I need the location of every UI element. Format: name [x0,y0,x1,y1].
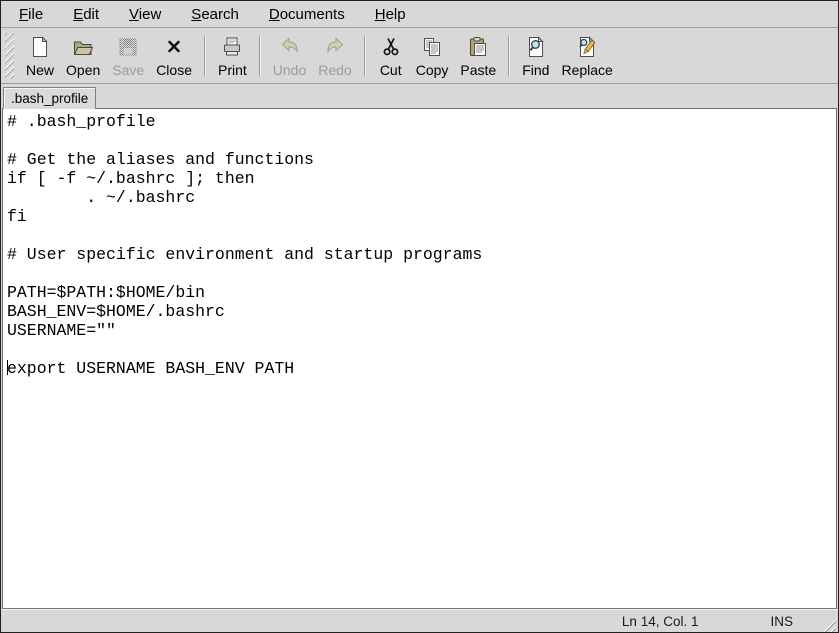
toolbar-drag-handle[interactable] [5,33,14,79]
clipboard-icon [466,35,490,59]
menu-documents[interactable]: Documents [259,1,355,27]
printer-icon [220,35,244,59]
toolbar-separator [508,36,510,76]
menubar: File Edit View Search Documents Help [1,1,838,28]
open-folder-icon [71,35,95,59]
tab-bar: .bash_profile [1,84,838,108]
close-button[interactable]: Close [150,32,198,80]
paste-button[interactable]: Paste [454,32,502,80]
toolbar-separator [204,36,206,76]
print-button[interactable]: Print [212,32,253,80]
statusbar: Ln 14, Col. 1 INS [1,609,838,632]
menu-help[interactable]: Help [365,1,416,27]
save-button: Save [106,32,150,80]
toolbar-separator [364,36,366,76]
find-magnifier-icon [524,35,548,59]
menu-file[interactable]: File [9,1,53,27]
document-text: # .bash_profile # Get the aliases and fu… [3,109,836,378]
menu-edit[interactable]: Edit [63,1,109,27]
menu-view[interactable]: View [119,1,171,27]
close-icon [162,35,186,59]
scissors-icon [379,35,403,59]
text-editor-window: File Edit View Search Documents Help New [0,0,839,633]
copy-pages-icon [420,35,444,59]
toolbar: New Open [1,28,838,84]
new-button[interactable]: New [20,32,60,80]
replace-pencil-icon [575,35,599,59]
replace-button[interactable]: Replace [555,32,618,80]
resize-grip[interactable] [819,615,836,632]
toolbar-separator [259,36,261,76]
tab-label: .bash_profile [11,91,88,106]
find-button[interactable]: Find [516,32,555,80]
new-document-icon [28,35,52,59]
redo-button: Redo [312,32,357,80]
text-view[interactable]: # .bash_profile # Get the aliases and fu… [2,108,837,609]
tab-bash-profile[interactable]: .bash_profile [3,87,96,109]
undo-arrow-icon [278,35,302,59]
menu-search[interactable]: Search [181,1,249,27]
undo-button: Undo [267,32,312,80]
cut-button[interactable]: Cut [372,32,410,80]
redo-arrow-icon [323,35,347,59]
cursor-position-label: Ln 14, Col. 1 [622,614,699,629]
input-mode-label: INS [770,614,793,629]
copy-button[interactable]: Copy [410,32,455,80]
open-button[interactable]: Open [60,32,106,80]
save-floppy-icon [116,35,140,59]
